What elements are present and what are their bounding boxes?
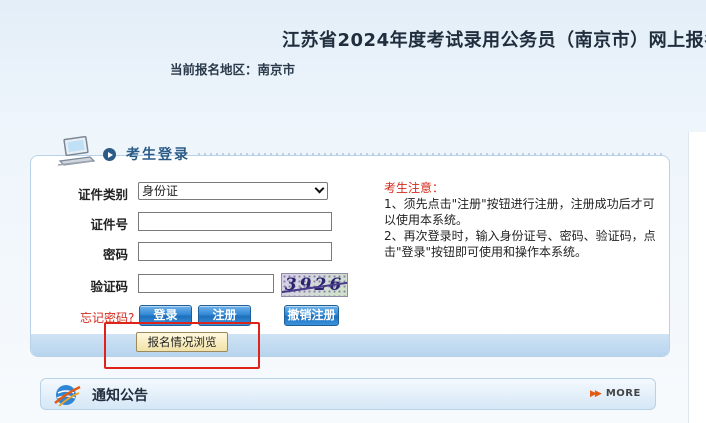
notice-title: 通知公告 [92, 388, 148, 404]
laptop-icon [57, 136, 96, 166]
id-number-input[interactable] [138, 212, 332, 231]
id-type-label: 证件类别 [77, 187, 128, 202]
globe-icon [54, 385, 81, 407]
notes-item: 1、须先点击"注册"按钮进行注册，注册成功后才可以使用本系统。 [384, 197, 655, 227]
right-column [688, 132, 706, 423]
more-link[interactable]: ▶▶ MORE [590, 387, 641, 401]
password-label: 密码 [102, 247, 128, 262]
current-region: 当前报名地区：南京市 [170, 62, 296, 77]
page-title: 江苏省2024年度考试录用公务员（南京市）网上报名 [282, 30, 706, 51]
id-number-label: 证件号 [90, 217, 128, 232]
chevron-down-icon [314, 183, 325, 194]
double-arrow-icon: ▶▶ [590, 389, 602, 399]
captcha-image[interactable]: 3926 [281, 273, 348, 297]
cancel-registration-button[interactable]: 撤销注册 [284, 305, 339, 326]
notes-title: 考生注意： [384, 181, 445, 195]
notes-panel: 考生注意： 1、须先点击"注册"按钮进行注册，注册成功后才可以使用本系统。 2、… [384, 180, 664, 260]
heading-divider [196, 153, 666, 155]
id-type-selected: 身份证 [142, 184, 179, 198]
arrow-circle-icon [103, 148, 116, 161]
id-type-select[interactable]: 身份证 [138, 182, 328, 200]
more-label: MORE [605, 388, 641, 399]
captcha-label: 验证码 [90, 279, 128, 294]
password-input[interactable] [138, 242, 332, 261]
login-heading: 考生登录 [126, 147, 190, 163]
browse-status-button[interactable]: 报名情况浏览 [136, 332, 228, 352]
notes-item: 2、再次登录时，输入身份证号、密码、验证码，点击"登录"按钮即可使用和操作本系统… [384, 229, 656, 259]
captcha-input[interactable] [138, 274, 274, 293]
